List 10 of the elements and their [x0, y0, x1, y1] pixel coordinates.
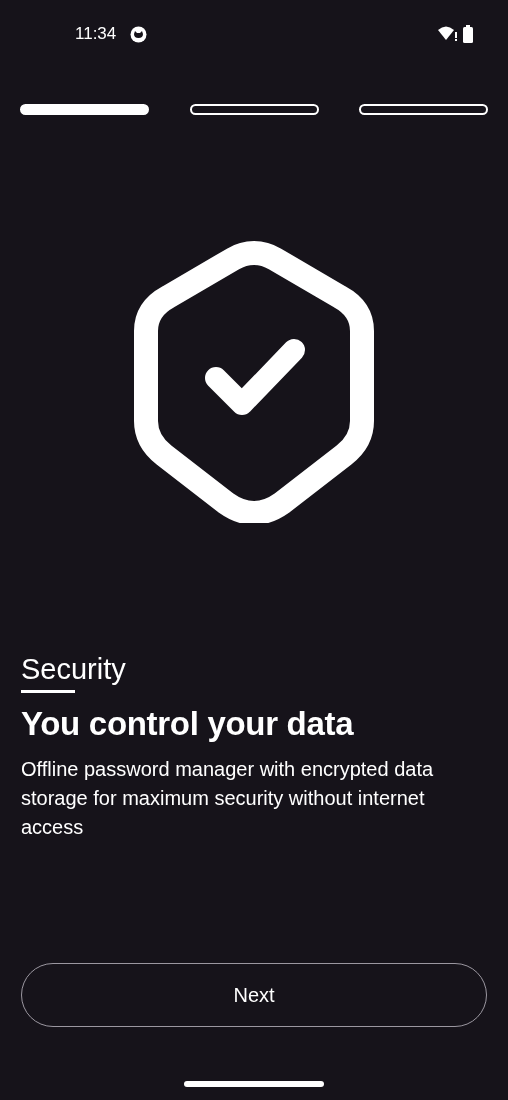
title: You control your data: [21, 704, 355, 744]
shield-check-icon: [132, 241, 376, 523]
underline: [21, 690, 75, 693]
status-time: 11:34: [75, 23, 117, 46]
wifi-alert-icon: [438, 26, 458, 42]
category-label: Security: [21, 652, 126, 687]
cat-face-icon: [130, 25, 148, 43]
description: Offline password manager with encrypted data storage for maximum security without internet access: [21, 757, 435, 840]
home-indicator[interactable]: [184, 1081, 324, 1087]
battery-icon: [463, 25, 473, 43]
